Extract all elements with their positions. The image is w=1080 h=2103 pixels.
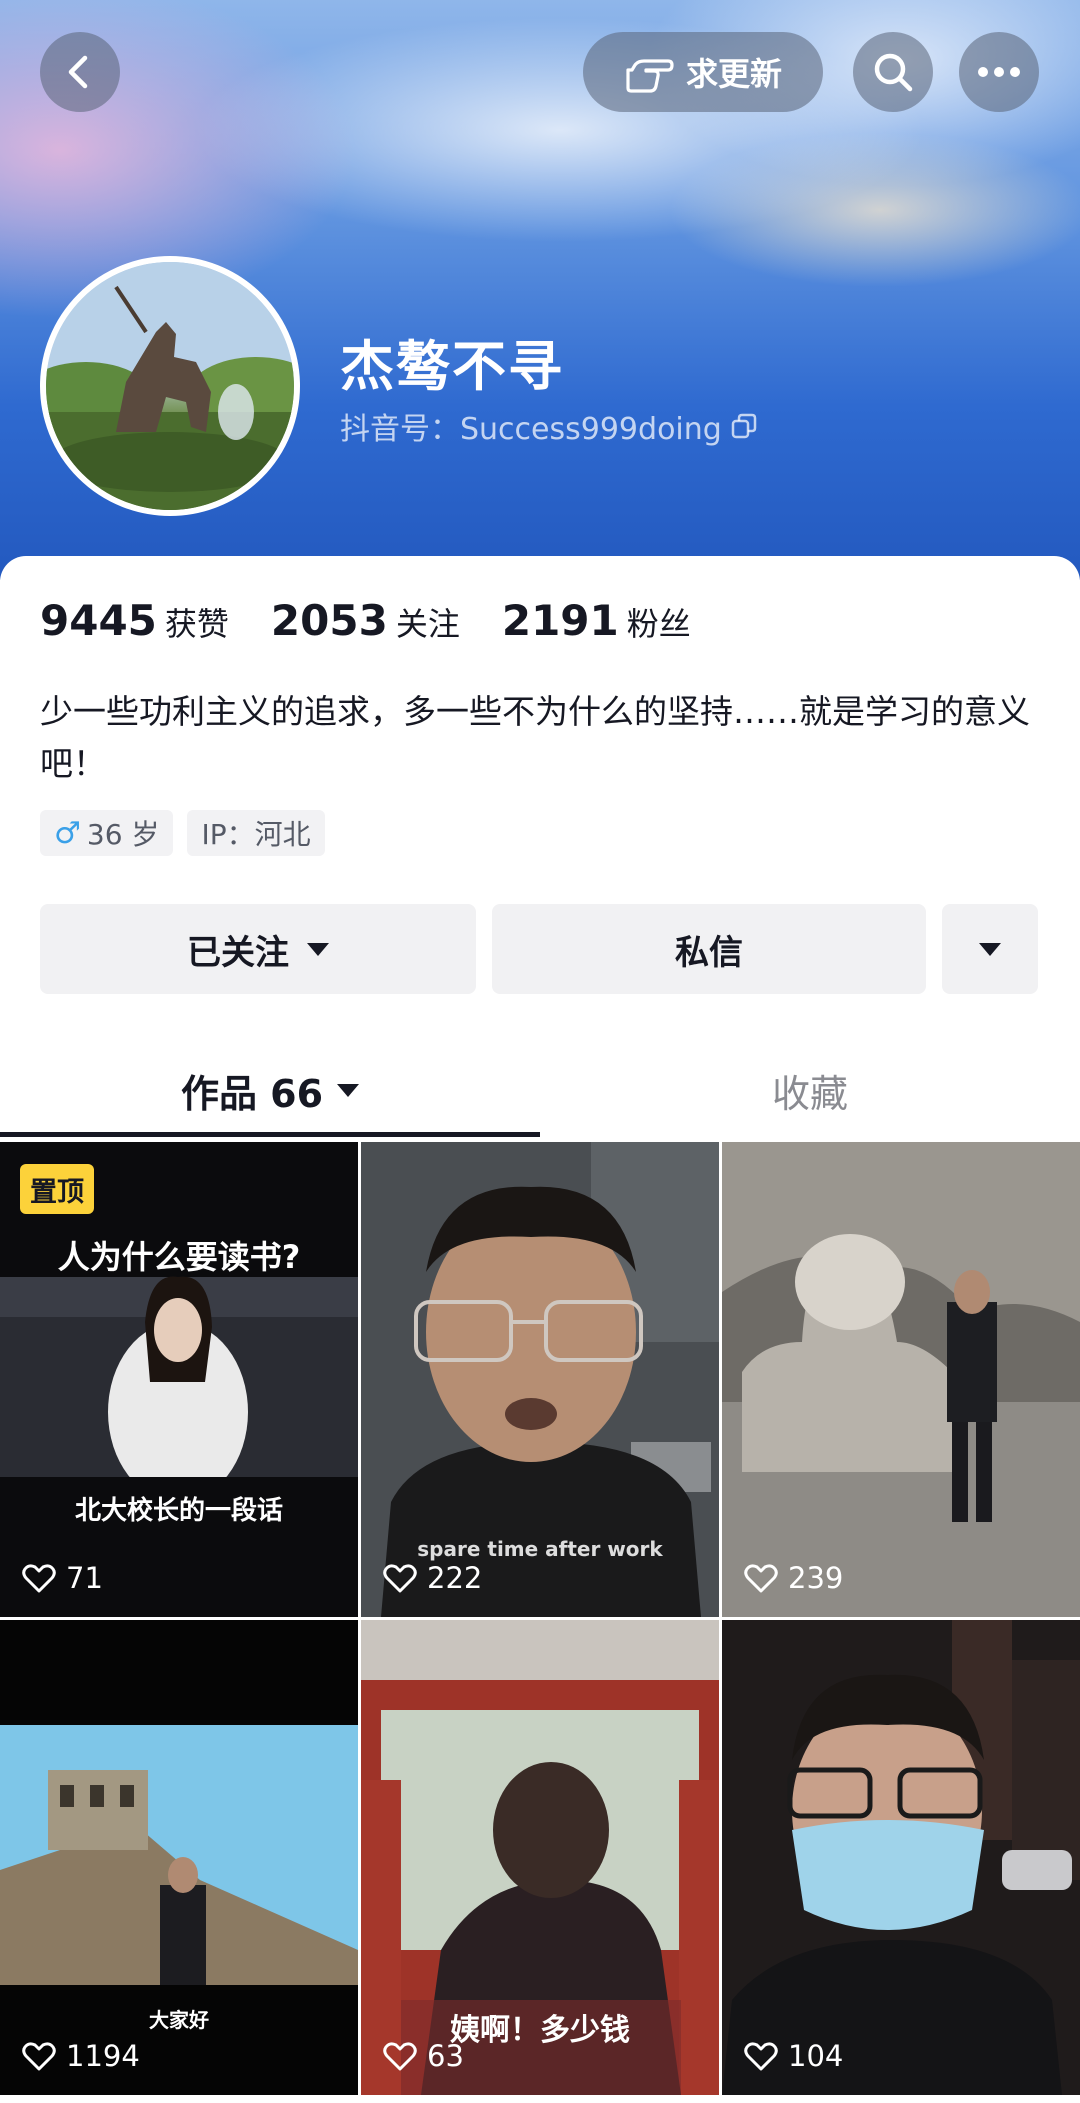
action-buttons: 已关注 私信: [40, 904, 1038, 994]
request-update-label: 求更新: [685, 55, 782, 93]
video-likes-count: 104: [788, 2039, 844, 2073]
video-thumbnail[interactable]: 239: [722, 1142, 1080, 1617]
username: 杰骜不寻: [340, 335, 564, 398]
heart-icon: [744, 2042, 778, 2071]
video-caption: spare time after work: [417, 1537, 663, 1561]
video-likes: 71: [22, 1561, 103, 1595]
avatar-image: [46, 262, 294, 510]
video-title: 人为什么要读书?: [57, 1238, 301, 1276]
video-image: [722, 1620, 1080, 2095]
copy-icon[interactable]: [730, 412, 758, 440]
followed-label: 已关注: [187, 932, 289, 973]
caret-down-icon: [337, 1083, 360, 1097]
video-grid: 置顶 人为什么要读书? 北大校长的一段话 71 spare time after…: [0, 1142, 1080, 2103]
video-thumbnail[interactable]: spare time after work 222: [361, 1142, 719, 1617]
stat-followers[interactable]: 2191 粉丝: [502, 596, 691, 645]
profile-header: 求更新 杰骜不寻 抖音号：Success999doing: [0, 0, 1080, 580]
heart-icon: [744, 1564, 778, 1593]
back-button[interactable]: [40, 32, 120, 112]
followed-button[interactable]: 已关注: [40, 904, 476, 994]
video-thumbnail[interactable]: 置顶 人为什么要读书? 北大校长的一段话 71: [0, 1142, 358, 1617]
heart-icon: [22, 2042, 56, 2071]
stats-row: 9445 获赞 2053 关注 2191 粉丝: [40, 596, 733, 645]
pointing-hand-icon: [626, 59, 674, 93]
back-arrow-icon: [68, 55, 88, 89]
video-likes: 63: [383, 2039, 464, 2073]
stat-following-value: 2053: [270, 596, 388, 645]
more-dots-icon: [978, 67, 1020, 77]
message-label: 私信: [675, 932, 743, 973]
expand-button[interactable]: [942, 904, 1038, 994]
pinned-badge: 置顶: [20, 1164, 94, 1214]
video-likes: 239: [744, 1561, 843, 1595]
active-tab-indicator: [0, 1132, 540, 1137]
video-thumbnail[interactable]: 大家好 1194: [0, 1620, 358, 2095]
stat-followers-label: 粉丝: [626, 605, 691, 643]
avatar[interactable]: [40, 256, 300, 516]
video-likes: 222: [383, 1561, 482, 1595]
tab-works-label: 作品 66: [180, 1071, 324, 1116]
heart-icon: [383, 1564, 417, 1593]
stat-following-label: 关注: [395, 605, 460, 643]
douyin-id-text: 抖音号：Success999doing: [340, 412, 722, 447]
stat-likes[interactable]: 9445 获赞: [40, 596, 229, 645]
heart-icon: [22, 1564, 56, 1593]
tab-favorites-label: 收藏: [771, 1071, 848, 1116]
age-text: 36 岁: [86, 818, 160, 851]
stat-likes-label: 获赞: [164, 605, 229, 643]
message-button[interactable]: 私信: [492, 904, 926, 994]
stat-likes-value: 9445: [40, 596, 157, 645]
video-thumbnail[interactable]: 104: [722, 1620, 1080, 2095]
video-image: [722, 1142, 1080, 1617]
search-button[interactable]: [853, 32, 933, 112]
ip-tag: IP：河北: [187, 810, 325, 856]
caret-down-icon: [979, 942, 1001, 956]
profile-tabs: 作品 66 收藏: [0, 1040, 1080, 1140]
stat-following[interactable]: 2053 关注: [271, 596, 460, 645]
caret-down-icon: [307, 942, 329, 956]
profile-screen: 求更新 杰骜不寻 抖音号：Success999doing 9445 获赞 205…: [0, 0, 1080, 2103]
age-tag: ♂ 36 岁: [40, 810, 174, 856]
tab-favorites[interactable]: 收藏: [540, 1040, 1080, 1140]
tab-works[interactable]: 作品 66: [0, 1040, 540, 1140]
video-likes-count: 239: [788, 1561, 844, 1595]
profile-tags: ♂ 36 岁 IP：河北: [40, 810, 325, 856]
bio: 少一些功利主义的追求，多一些不为什么的坚持……就是学习的意义吧！: [40, 692, 1030, 783]
video-thumbnail[interactable]: 姨啊！多少钱 63: [361, 1620, 719, 2095]
ip-text: IP：河北: [201, 818, 311, 851]
request-update-button[interactable]: 求更新: [583, 32, 823, 112]
heart-icon: [383, 2042, 417, 2071]
video-likes-count: 71: [66, 1561, 103, 1595]
video-caption: 北大校长的一段话: [74, 1496, 283, 1526]
stat-followers-value: 2191: [501, 596, 619, 645]
douyin-id[interactable]: 抖音号：Success999doing: [340, 404, 758, 448]
search-icon: [874, 53, 913, 92]
video-likes: 104: [744, 2039, 843, 2073]
video-likes: 1194: [22, 2039, 140, 2073]
video-likes-count: 222: [427, 1561, 483, 1595]
video-likes-count: 1194: [66, 2039, 140, 2073]
video-caption: 大家好: [149, 2008, 209, 2032]
video-likes-count: 63: [427, 2039, 464, 2073]
more-options-button[interactable]: [959, 32, 1039, 112]
male-icon: ♂: [54, 815, 81, 851]
